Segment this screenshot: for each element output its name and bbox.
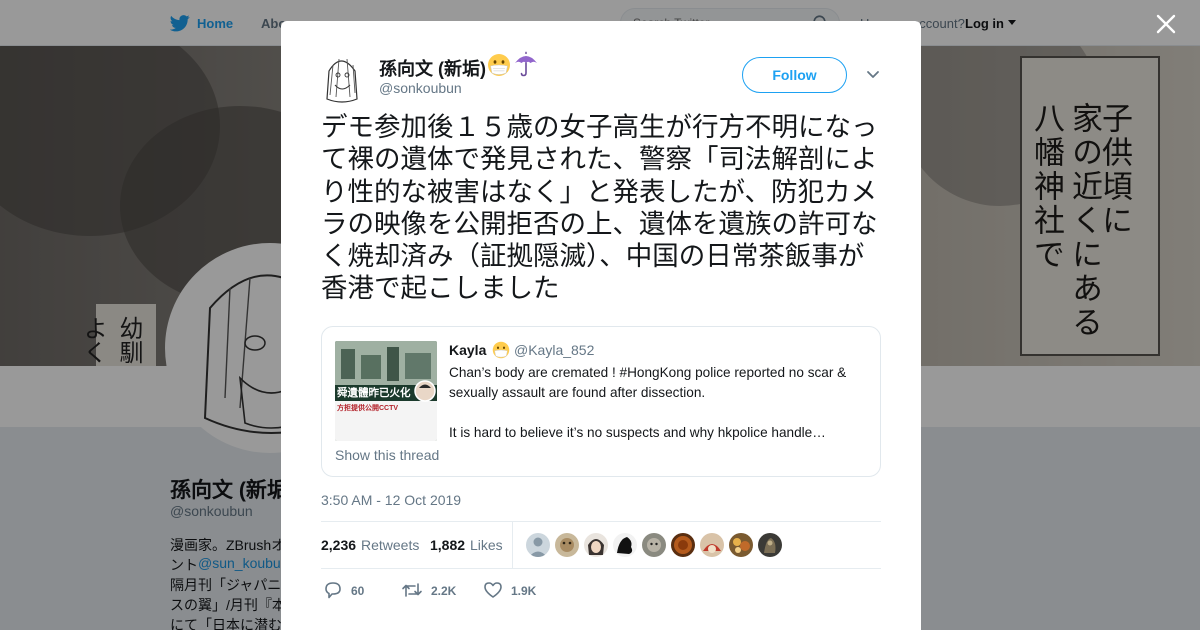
quoted-author-handle: @Kayla_852 <box>514 342 595 358</box>
like-count[interactable]: 1.9K <box>511 584 536 598</box>
quoted-tweet-text: Chan’s body are cremated ! #HongKong pol… <box>449 365 847 400</box>
reply-icon[interactable] <box>323 581 343 599</box>
like-icon[interactable] <box>483 581 503 599</box>
mask-emoji-icon <box>492 341 510 359</box>
author-avatar[interactable] <box>321 51 363 103</box>
author-handle[interactable]: @sonkoubun <box>379 80 462 96</box>
tweet-text: デモ参加後１５歳の女子高生が行方不明になって裸の遺体で発見された、警察「司法解剖… <box>321 112 878 305</box>
liker-avatar[interactable] <box>613 533 637 557</box>
liker-avatar[interactable] <box>700 533 724 557</box>
follow-button[interactable]: Follow <box>742 57 847 93</box>
liker-avatar[interactable] <box>642 533 666 557</box>
divider <box>321 568 881 569</box>
author-name[interactable]: 孫向文 (新垢) <box>379 55 486 81</box>
close-icon[interactable] <box>1156 14 1176 34</box>
mask-emoji-icon <box>488 54 510 76</box>
likes-label[interactable]: Likes <box>470 537 503 553</box>
divider <box>512 521 513 568</box>
retweets-label[interactable]: Retweets <box>361 537 419 553</box>
quoted-tweet-card[interactable]: 舜遺體昨已火化 方拒提供公開CCTV Kayla @Kayla_852 Chan… <box>321 326 881 477</box>
liker-avatar[interactable] <box>555 533 579 557</box>
divider <box>321 521 881 522</box>
tweet-timestamp[interactable]: 3:50 AM - 12 Oct 2019 <box>321 492 461 508</box>
liker-avatar[interactable] <box>729 533 753 557</box>
likes-count[interactable]: 1,882 <box>430 537 465 553</box>
retweet-icon[interactable] <box>401 581 423 599</box>
liker-avatar[interactable] <box>671 533 695 557</box>
quoted-tweet-thumbnail: 舜遺體昨已火化 方拒提供公開CCTV <box>335 341 437 441</box>
liker-avatar[interactable] <box>758 533 782 557</box>
reply-count[interactable]: 60 <box>351 584 364 598</box>
thumbnail-caption: 舜遺體昨已火化 <box>337 387 411 399</box>
retweet-count[interactable]: 2.2K <box>431 584 456 598</box>
quoted-tweet-text: It is hard to believe it’s no suspects a… <box>449 425 826 440</box>
chevron-down-icon[interactable] <box>866 70 880 80</box>
quoted-author-name: Kayla <box>449 342 487 358</box>
liker-avatar[interactable] <box>584 533 608 557</box>
retweets-count[interactable]: 2,236 <box>321 537 356 553</box>
thumbnail-subcaption: 方拒提供公開CCTV <box>337 405 399 412</box>
umbrella-emoji-icon <box>515 51 537 77</box>
liker-avatar[interactable] <box>526 533 550 557</box>
show-thread-link[interactable]: Show this thread <box>335 447 439 463</box>
tweet-modal: 孫向文 (新垢) @sonkoubun Follow デモ参加後１５歳の女子高生… <box>281 21 921 630</box>
